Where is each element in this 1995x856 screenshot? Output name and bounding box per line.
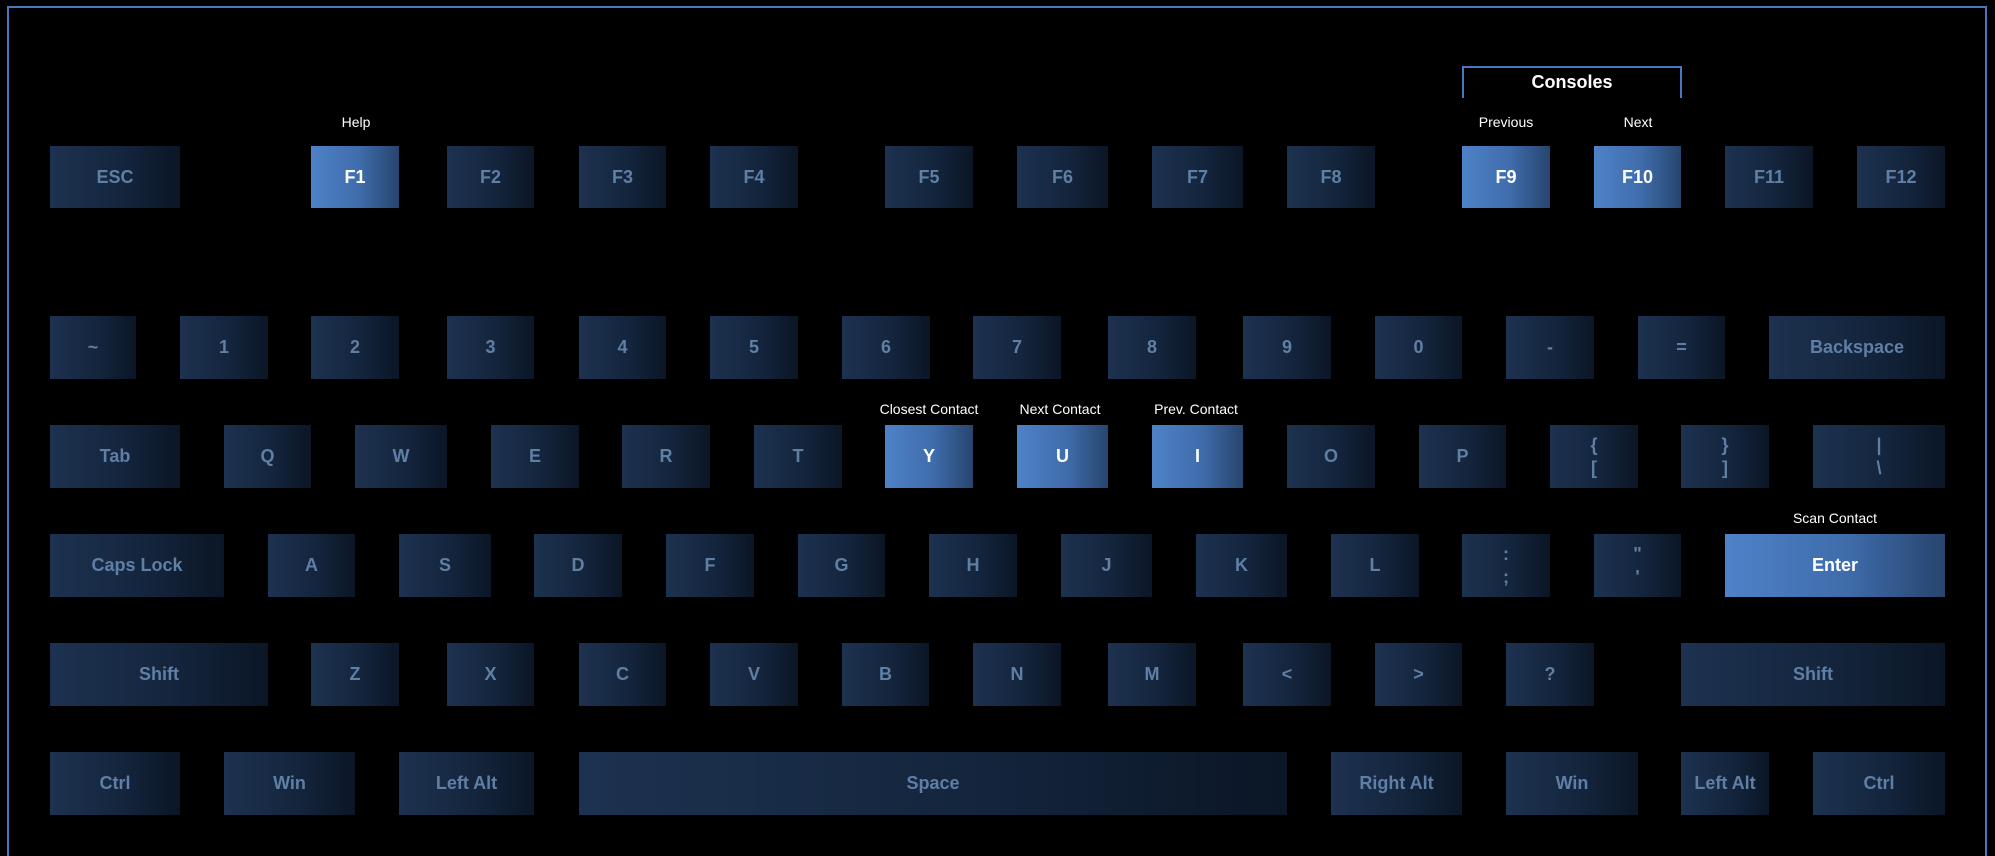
key-backspace[interactable]: Backspace	[1769, 316, 1945, 379]
key-minus[interactable]: -	[1506, 316, 1594, 379]
help-label: Help	[341, 114, 371, 130]
key-g[interactable]: G	[798, 534, 885, 597]
key-right-alt[interactable]: Right Alt	[1331, 752, 1462, 815]
key-9[interactable]: 9	[1243, 316, 1331, 379]
key-f4[interactable]: F4	[710, 146, 798, 208]
key-1[interactable]: 1	[180, 316, 268, 379]
key-f9[interactable]: F9	[1462, 146, 1550, 208]
consoles-group-title: Consoles	[1531, 72, 1613, 92]
key-t[interactable]: T	[754, 425, 842, 488]
key-j[interactable]: J	[1061, 534, 1152, 597]
key-left-brace-top: {	[1590, 435, 1598, 455]
scan-contact-label: Scan Contact	[1792, 510, 1878, 526]
key-a[interactable]: A	[268, 534, 355, 597]
key-w[interactable]: W	[355, 425, 447, 488]
key-f1[interactable]: F1	[311, 146, 399, 208]
key-f7[interactable]: F7	[1152, 146, 1243, 208]
key-n[interactable]: N	[973, 643, 1061, 706]
key-left-alt[interactable]: Left Alt	[399, 752, 534, 815]
key-left-shift[interactable]: Shift	[50, 643, 268, 706]
key-f3[interactable]: F3	[579, 146, 666, 208]
key-right-brace[interactable]: } ]	[1681, 425, 1769, 488]
key-quote-bottom: '	[1635, 566, 1640, 587]
key-x[interactable]: X	[447, 643, 534, 706]
key-esc[interactable]: ESC	[50, 146, 180, 208]
key-5[interactable]: 5	[710, 316, 798, 379]
key-f6[interactable]: F6	[1017, 146, 1108, 208]
key-0[interactable]: 0	[1375, 316, 1462, 379]
key-u[interactable]: U	[1017, 425, 1108, 488]
key-c[interactable]: C	[579, 643, 666, 706]
key-e[interactable]: E	[491, 425, 579, 488]
key-7[interactable]: 7	[973, 316, 1061, 379]
key-3[interactable]: 3	[447, 316, 534, 379]
key-left-win[interactable]: Win	[224, 752, 355, 815]
key-enter[interactable]: Enter	[1725, 534, 1945, 597]
key-i[interactable]: I	[1152, 425, 1243, 488]
key-s[interactable]: S	[399, 534, 491, 597]
previous-label: Previous	[1478, 114, 1534, 130]
key-f[interactable]: F	[666, 534, 754, 597]
key-backslash[interactable]: | \	[1813, 425, 1945, 488]
key-backslash-top: |	[1876, 435, 1882, 455]
key-left-brace-bottom: [	[1591, 457, 1597, 478]
key-right-ctrl[interactable]: Ctrl	[1813, 752, 1945, 815]
key-f11[interactable]: F11	[1725, 146, 1813, 208]
key-f12[interactable]: F12	[1857, 146, 1945, 208]
key-2[interactable]: 2	[311, 316, 399, 379]
key-y[interactable]: Y	[885, 425, 973, 488]
key-q[interactable]: Q	[224, 425, 311, 488]
key-r[interactable]: R	[622, 425, 710, 488]
key-left-alt-right[interactable]: Left Alt	[1681, 752, 1769, 815]
key-semicolon-bottom: ;	[1503, 566, 1509, 587]
key-f10[interactable]: F10	[1594, 146, 1681, 208]
key-left-ctrl[interactable]: Ctrl	[50, 752, 180, 815]
key-z[interactable]: Z	[311, 643, 399, 706]
key-quote-top: "	[1633, 544, 1642, 564]
key-question[interactable]: ?	[1506, 643, 1594, 706]
key-4[interactable]: 4	[579, 316, 666, 379]
key-p[interactable]: P	[1419, 425, 1506, 488]
key-d[interactable]: D	[534, 534, 622, 597]
key-space[interactable]: Space	[579, 752, 1287, 815]
key-h[interactable]: H	[929, 534, 1017, 597]
key-f8[interactable]: F8	[1287, 146, 1375, 208]
key-f2[interactable]: F2	[447, 146, 534, 208]
key-o[interactable]: O	[1287, 425, 1375, 488]
key-backslash-bottom: \	[1876, 457, 1882, 478]
next-label: Next	[1623, 114, 1653, 130]
key-tab[interactable]: Tab	[50, 425, 180, 488]
key-v[interactable]: V	[710, 643, 798, 706]
prev-contact-label: Prev. Contact	[1154, 401, 1238, 417]
key-right-win[interactable]: Win	[1506, 752, 1638, 815]
next-contact-label: Next Contact	[1019, 401, 1101, 417]
key-m[interactable]: M	[1108, 643, 1196, 706]
key-tilde[interactable]: ~	[50, 316, 136, 379]
key-left-brace[interactable]: { [	[1550, 425, 1638, 488]
key-equals[interactable]: =	[1638, 316, 1725, 379]
key-6[interactable]: 6	[842, 316, 930, 379]
key-greater-than[interactable]: >	[1375, 643, 1462, 706]
closest-contact-label: Closest Contact	[879, 401, 979, 417]
key-right-shift[interactable]: Shift	[1681, 643, 1945, 706]
key-k[interactable]: K	[1196, 534, 1287, 597]
key-capslock[interactable]: Caps Lock	[50, 534, 224, 597]
key-b[interactable]: B	[842, 643, 929, 706]
key-quote[interactable]: " '	[1594, 534, 1681, 597]
key-l[interactable]: L	[1331, 534, 1419, 597]
key-semicolon[interactable]: : ;	[1462, 534, 1550, 597]
key-f5[interactable]: F5	[885, 146, 973, 208]
key-right-brace-bottom: ]	[1722, 457, 1728, 478]
key-semicolon-top: :	[1503, 544, 1509, 564]
key-8[interactable]: 8	[1108, 316, 1196, 379]
key-right-brace-top: }	[1721, 435, 1729, 455]
key-less-than[interactable]: <	[1243, 643, 1331, 706]
